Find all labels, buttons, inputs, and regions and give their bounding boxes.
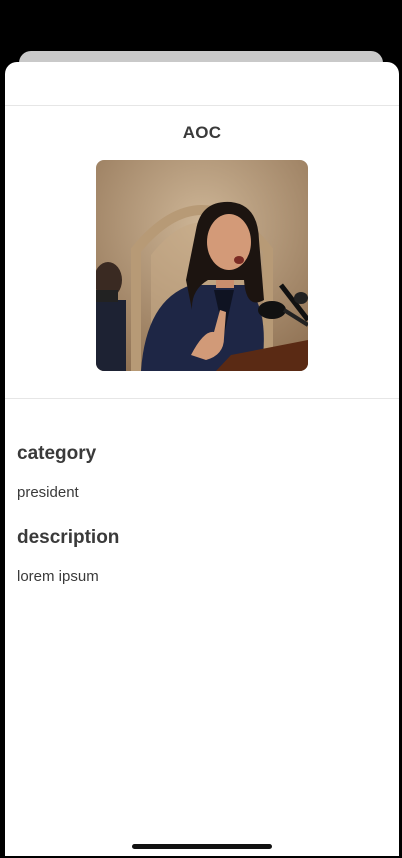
description-value: lorem ipsum bbox=[17, 568, 99, 585]
category-label: category bbox=[17, 443, 97, 464]
sheet-header bbox=[5, 62, 399, 106]
section-divider bbox=[5, 398, 399, 399]
home-indicator[interactable] bbox=[132, 844, 272, 849]
category-value: president bbox=[17, 484, 79, 501]
detail-sheet: AOC category president description lorem… bbox=[5, 62, 399, 856]
profile-photo bbox=[96, 160, 308, 371]
description-label: description bbox=[17, 527, 120, 548]
device-frame: AOC category president description lorem… bbox=[0, 0, 402, 858]
page-title: AOC bbox=[182, 123, 222, 142]
person-photo-image bbox=[96, 160, 308, 371]
